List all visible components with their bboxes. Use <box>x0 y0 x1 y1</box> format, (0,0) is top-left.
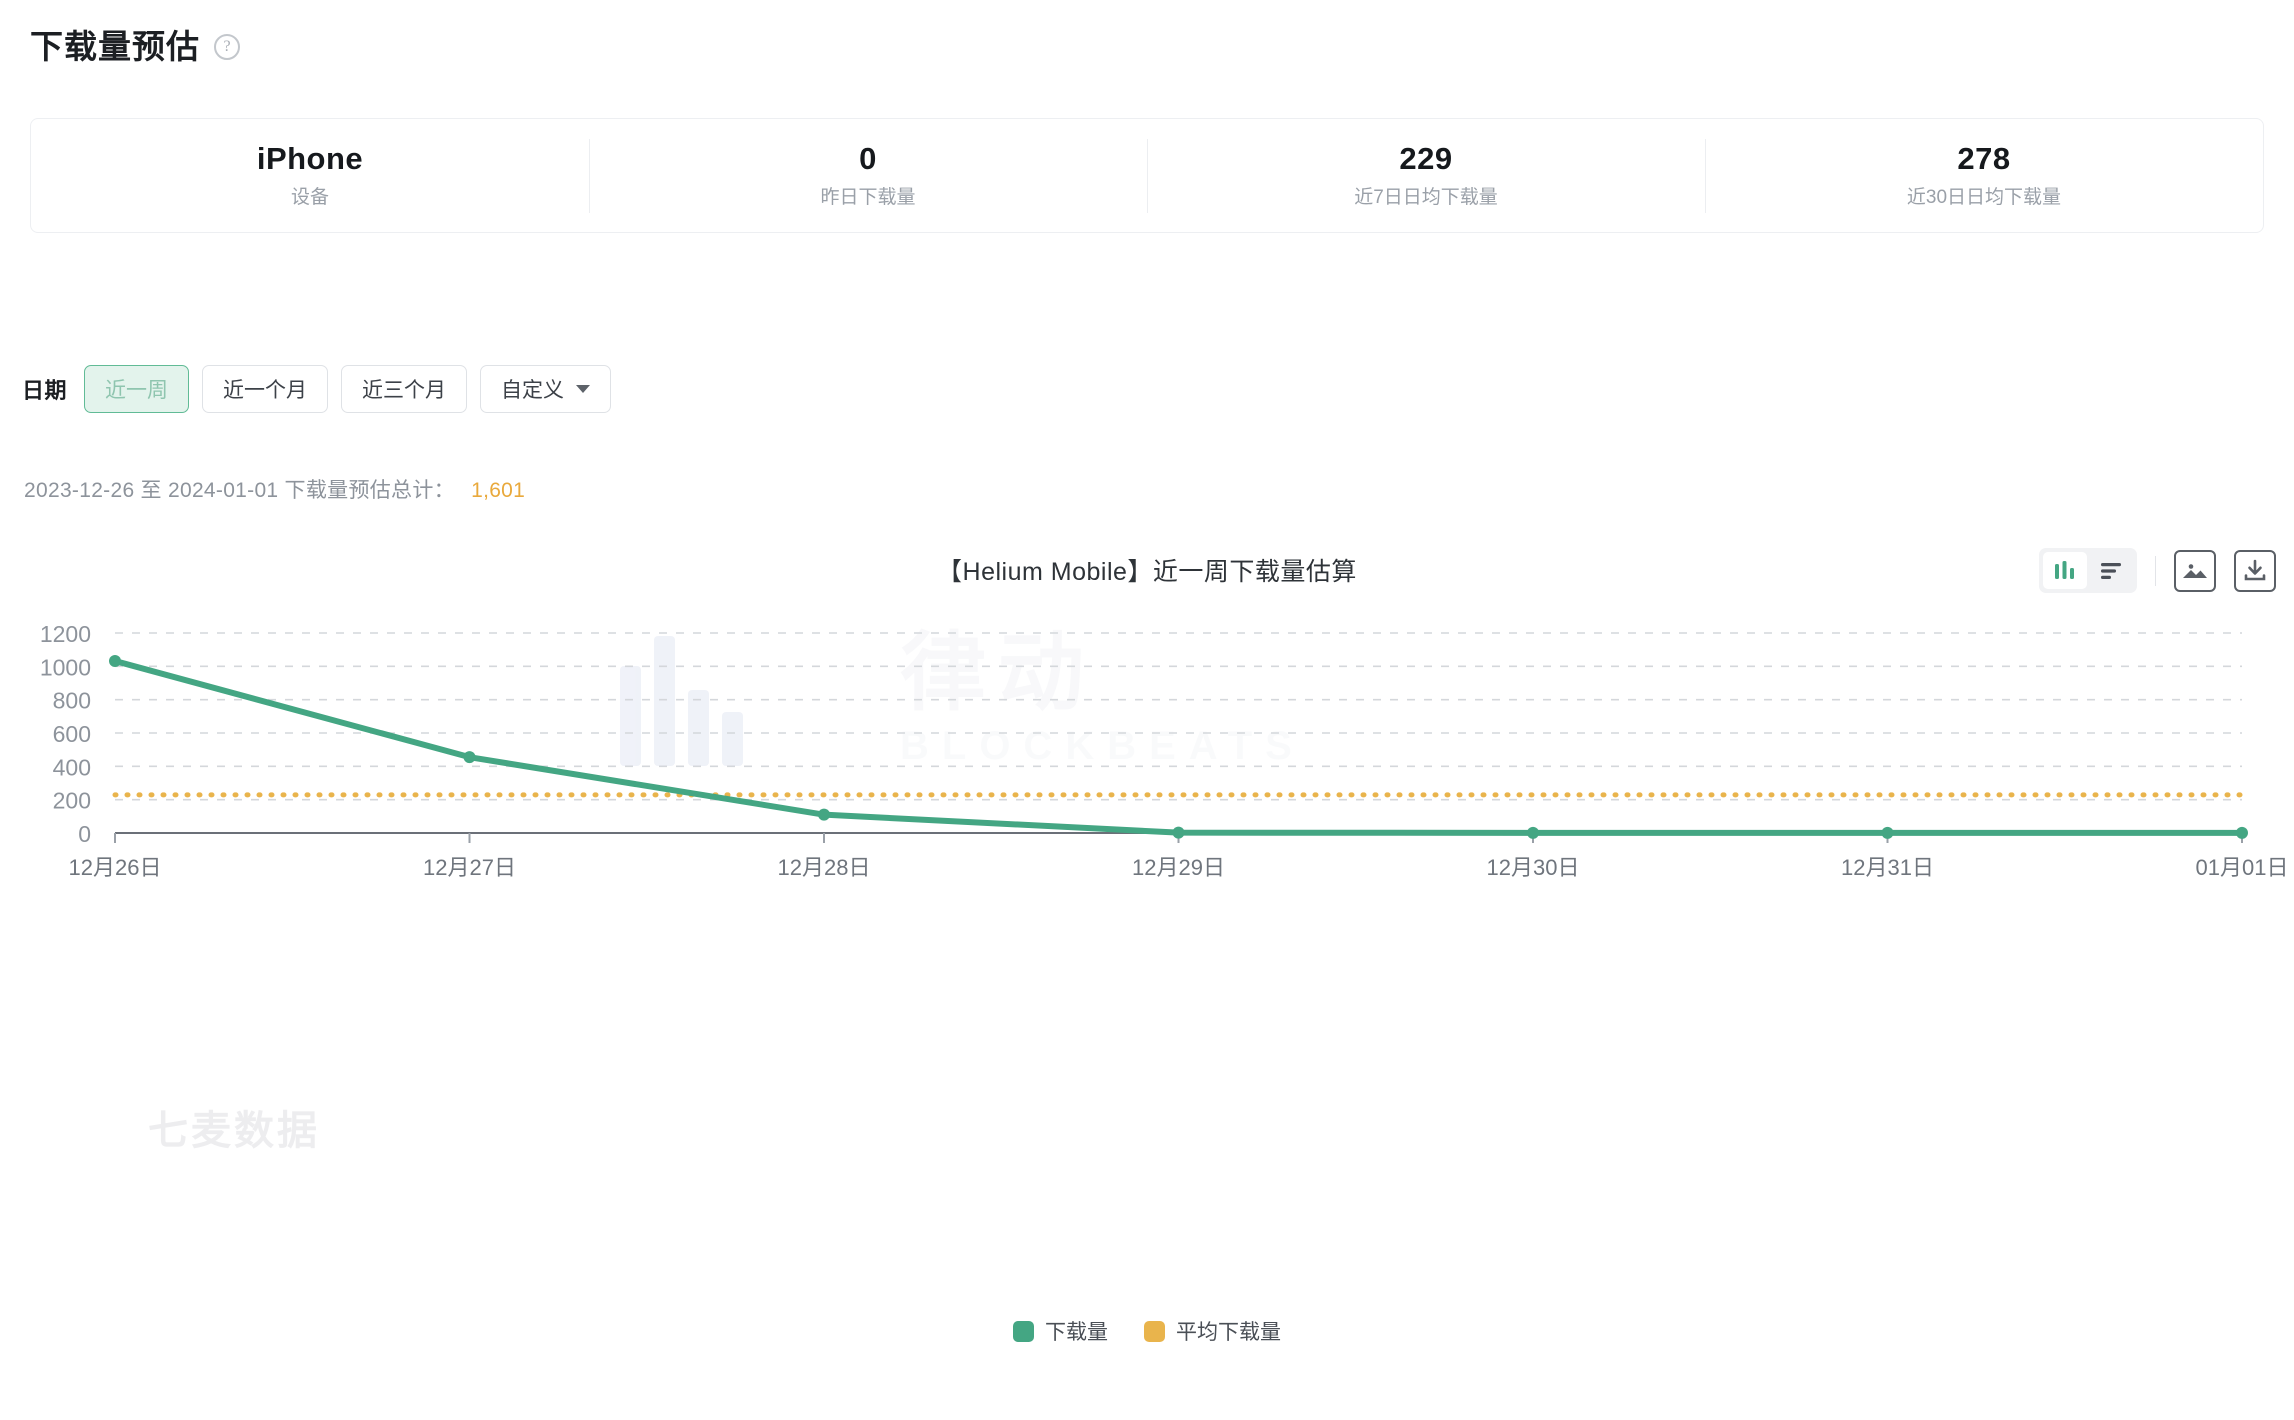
downloads-line-chart: 0 200 400 600 800 1000 1200 12月26日 12月27日 12月28日 1… <box>0 600 2294 1300</box>
x-axis-tick-label: 12月27日 <box>423 855 516 880</box>
page-header: 下载量预估 ? <box>30 30 240 63</box>
y-axis-tick-label: 0 <box>78 821 91 847</box>
chart-legend: 下载量 平均下载量 <box>0 1316 2294 1346</box>
filter-label: 近一周 <box>105 379 169 402</box>
downloads-estimate-page: 下载量预估 ? iPhone 设备 0 昨日下载量 229 近7日日均下载量 2… <box>0 0 2294 1420</box>
stat-label: 近7日日均下载量 <box>1354 187 1498 209</box>
filter-last-week[interactable]: 近一周 <box>84 365 190 413</box>
stat-7day-avg-downloads: 229 近7日日均下载量 <box>1147 135 1705 216</box>
filter-label: 近一个月 <box>223 379 308 402</box>
bar-chart-icon[interactable] <box>2043 552 2087 589</box>
stat-yesterday-downloads: 0 昨日下载量 <box>589 135 1147 216</box>
y-axis-tick-label: 200 <box>53 788 91 814</box>
chart-canvas: 0 200 400 600 800 1000 1200 12月26日 12月27日 12月28日 1… <box>40 621 2289 880</box>
question-mark-icon[interactable]: ? <box>214 33 240 60</box>
legend-swatch <box>1144 1320 1165 1342</box>
data-point-marker[interactable] <box>2236 826 2248 839</box>
chevron-down-icon <box>576 385 591 393</box>
legend-item-average-downloads[interactable]: 平均下载量 <box>1144 1316 1281 1346</box>
data-point-marker[interactable] <box>1881 826 1894 839</box>
x-axis-tick-label: 12月28日 <box>778 855 871 880</box>
x-axis-tick-label: 12月31日 <box>1841 855 1934 880</box>
stat-label: 设备 <box>290 187 329 209</box>
stats-card: iPhone 设备 0 昨日下载量 229 近7日日均下载量 278 近30日日… <box>30 118 2264 233</box>
filter-label: 自定义 <box>501 379 565 402</box>
range-summary: 2023-12-26 至 2024-01-01 下载量预估总计： 1,601 <box>24 474 525 504</box>
legend-swatch <box>1013 1320 1034 1342</box>
y-axis-tick-label: 800 <box>53 688 91 714</box>
data-point-marker[interactable] <box>818 808 830 821</box>
date-filter-legend: 日期 <box>22 378 68 403</box>
chart-title: 【Helium Mobile】近一周下载量估算 <box>937 558 1357 586</box>
view-mode-switch <box>2039 548 2137 593</box>
legend-label: 下载量 <box>1045 1321 1108 1344</box>
x-axis-tick-label: 12月29日 <box>1132 855 1225 880</box>
chart-toolbar <box>2039 548 2276 593</box>
y-axis-tick-label: 1000 <box>40 654 91 680</box>
data-point-marker[interactable] <box>1527 826 1539 839</box>
stat-label: 昨日下载量 <box>820 187 916 209</box>
toolbar-divider <box>2155 555 2156 586</box>
x-axis-tick-label: 01月01日 <box>2196 855 2289 880</box>
stat-value: 229 <box>1399 140 1453 176</box>
page-title: 下载量预估 <box>30 28 200 65</box>
list-view-icon[interactable] <box>2089 552 2133 589</box>
stat-value: iPhone <box>256 140 364 176</box>
filter-last-three-months[interactable]: 近三个月 <box>341 365 468 413</box>
data-point-marker[interactable] <box>1172 826 1185 839</box>
legend-item-downloads[interactable]: 下载量 <box>1013 1316 1108 1346</box>
downloads-line-path <box>112 658 2245 836</box>
x-axis-tick-label: 12月30日 <box>1487 855 1580 880</box>
y-axis-tick-label: 600 <box>53 721 91 747</box>
stat-30day-avg-downloads: 278 近30日日均下载量 <box>1705 135 2263 216</box>
stat-value: 278 <box>1957 140 2011 176</box>
y-axis-tick-label: 400 <box>53 754 91 780</box>
range-summary-total: 1,601 <box>471 479 526 502</box>
x-axis-tick-label: 12月26日 <box>69 855 162 880</box>
stat-label: 近30日日均下载量 <box>1906 187 2062 209</box>
download-icon[interactable] <box>2234 549 2276 592</box>
image-export-icon[interactable] <box>2174 549 2216 592</box>
filter-last-month[interactable]: 近一个月 <box>202 365 329 413</box>
filter-custom[interactable]: 自定义 <box>480 365 612 413</box>
filter-label: 近三个月 <box>362 379 447 402</box>
date-filter-row: 日期 近一周 近一个月 近三个月 自定义 <box>22 365 612 413</box>
data-point-marker[interactable] <box>463 751 476 764</box>
y-axis-tick-label: 1200 <box>40 621 91 647</box>
legend-label: 平均下载量 <box>1176 1321 1281 1344</box>
data-point-marker[interactable] <box>109 655 121 667</box>
stat-value: 0 <box>859 140 877 176</box>
range-summary-text: 2023-12-26 至 2024-01-01 下载量预估总计： <box>24 479 455 502</box>
stat-device: iPhone 设备 <box>31 135 589 216</box>
